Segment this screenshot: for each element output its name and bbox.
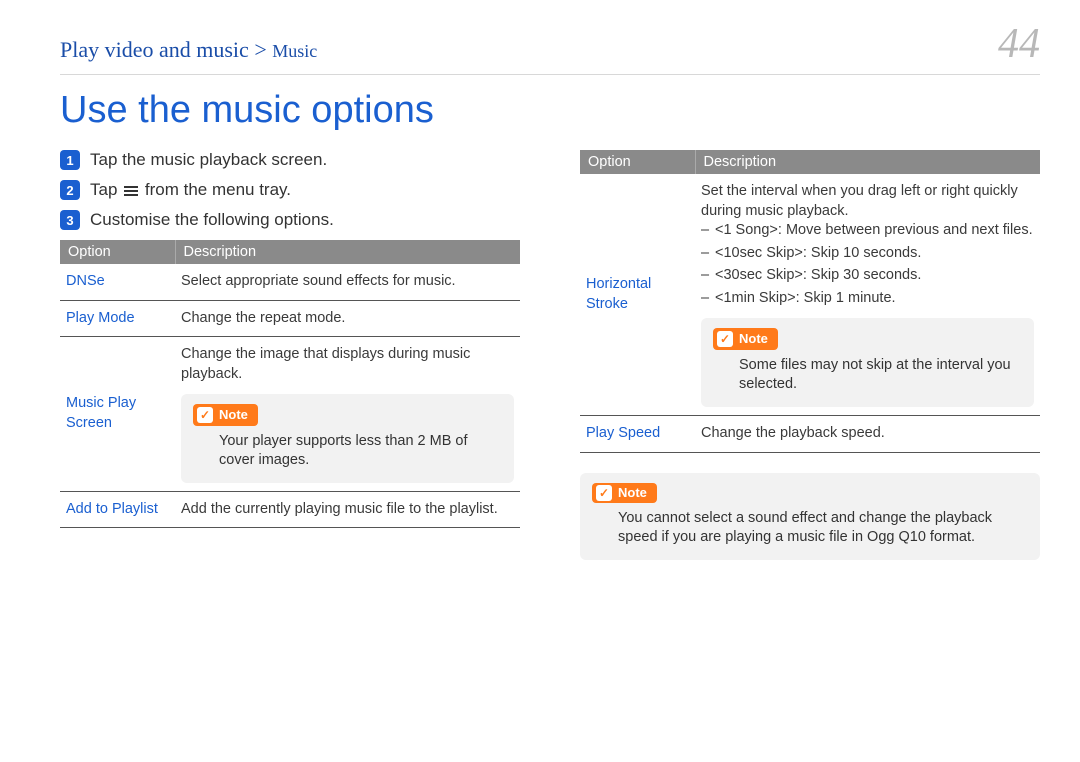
option-name: DNSe (60, 264, 175, 300)
table-row: Add to Playlist Add the currently playin… (60, 491, 520, 528)
check-icon: ✓ (197, 407, 213, 423)
list-item: <1 Song>: Move between previous and next… (701, 221, 1034, 241)
option-desc: Set the interval when you drag left or r… (695, 174, 1040, 416)
page-title: Use the music options (60, 89, 1040, 132)
col-description: Description (175, 240, 520, 264)
step-1: 1 Tap the music playback screen. (60, 150, 520, 170)
col-description: Description (695, 150, 1040, 174)
note-box: ✓ Note Some files may not skip at the in… (701, 318, 1034, 407)
list-item: <10sec Skip>: Skip 10 seconds. (701, 244, 1034, 264)
table-row: Horizontal Stroke Set the interval when … (580, 174, 1040, 416)
option-name: Play Mode (60, 300, 175, 337)
step-badge: 3 (60, 210, 80, 230)
option-name: Play Speed (580, 416, 695, 453)
table-row: DNSe Select appropriate sound effects fo… (60, 264, 520, 300)
right-column: Option Description Horizontal Stroke Set… (580, 150, 1040, 560)
col-option: Option (580, 150, 695, 174)
step-3: 3 Customise the following options. (60, 210, 520, 230)
note-label: Note (739, 330, 768, 348)
list-item: <30sec Skip>: Skip 30 seconds. (701, 266, 1034, 286)
breadcrumb-sub: Music (272, 41, 317, 61)
note-body: You cannot select a sound effect and cha… (592, 509, 1028, 548)
note-label: Note (219, 406, 248, 424)
note-body: Some files may not skip at the interval … (713, 356, 1022, 395)
step-text: Tap from the menu tray. (90, 180, 291, 200)
step-2: 2 Tap from the menu tray. (60, 180, 520, 200)
step-badge: 2 (60, 180, 80, 200)
divider (60, 74, 1040, 75)
page-number: 44 (998, 20, 1040, 68)
step-text: Customise the following options. (90, 210, 334, 230)
step-badge: 1 (60, 150, 80, 170)
menu-icon (124, 186, 138, 196)
table-row: Play Speed Change the playback speed. (580, 416, 1040, 453)
note-body: Your player supports less than 2 MB of c… (193, 432, 502, 471)
option-name: Music Play Screen (60, 337, 175, 492)
option-name: Add to Playlist (60, 491, 175, 528)
breadcrumb-main: Play video and music (60, 37, 249, 62)
table-row: Play Mode Change the repeat mode. (60, 300, 520, 337)
options-table-right: Option Description Horizontal Stroke Set… (580, 150, 1040, 453)
breadcrumb-sep: > (254, 37, 266, 62)
option-desc: Change the playback speed. (695, 416, 1040, 453)
option-desc: Change the image that displays during mu… (175, 337, 520, 492)
step-text: Tap the music playback screen. (90, 150, 327, 170)
note-box: ✓ Note Your player supports less than 2 … (181, 394, 514, 483)
option-desc: Select appropriate sound effects for mus… (175, 264, 520, 300)
bullet-list: <1 Song>: Move between previous and next… (701, 221, 1034, 308)
left-column: 1 Tap the music playback screen. 2 Tap f… (60, 150, 520, 560)
list-item: <1min Skip>: Skip 1 minute. (701, 289, 1034, 309)
breadcrumb: Play video and music > Music (60, 37, 317, 63)
col-option: Option (60, 240, 175, 264)
options-table-left: Option Description DNSe Select appropria… (60, 240, 520, 528)
option-name: Horizontal Stroke (580, 174, 695, 416)
option-desc: Change the repeat mode. (175, 300, 520, 337)
note-tag: ✓ Note (713, 328, 778, 350)
note-label: Note (618, 485, 647, 500)
table-row: Music Play Screen Change the image that … (60, 337, 520, 492)
check-icon: ✓ (717, 331, 733, 347)
note-tag: ✓ Note (592, 483, 657, 503)
note-tag: ✓ Note (193, 404, 258, 426)
option-desc: Add the currently playing music file to … (175, 491, 520, 528)
note-box-bottom: ✓ Note You cannot select a sound effect … (580, 473, 1040, 560)
check-icon: ✓ (596, 485, 612, 501)
